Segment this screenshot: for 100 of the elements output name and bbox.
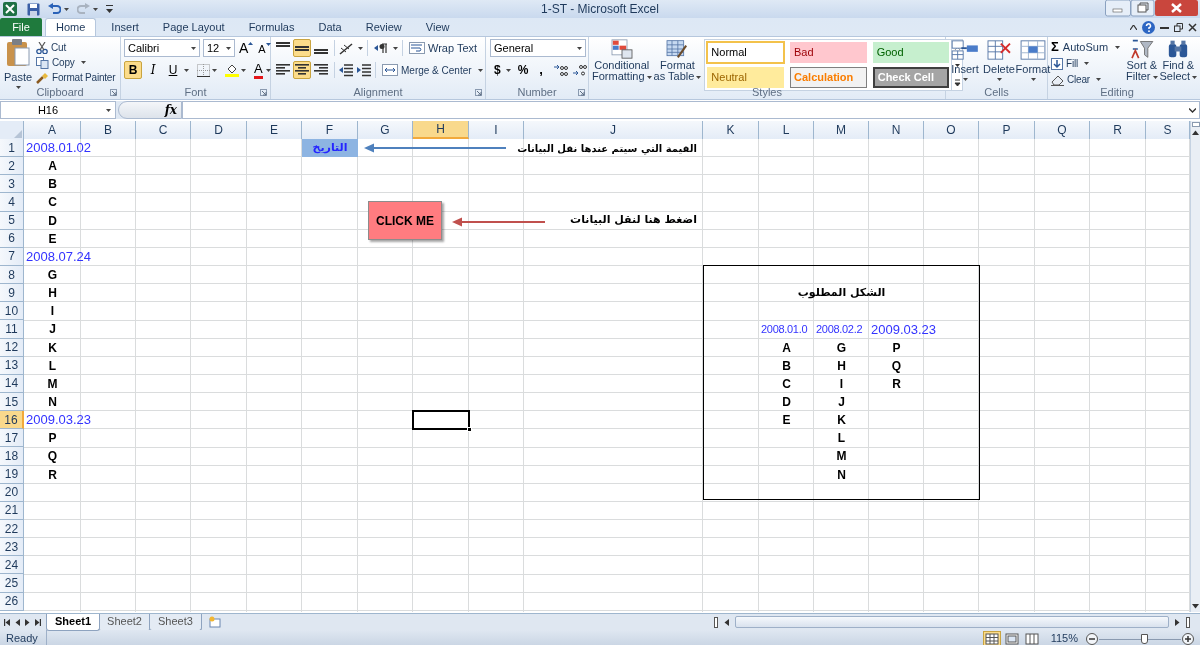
previous-sheet-icon[interactable]	[15, 618, 20, 626]
column-header[interactable]: S	[1146, 121, 1190, 139]
help-icon[interactable]	[1142, 20, 1155, 34]
close-icon[interactable]	[1188, 22, 1197, 32]
scroll-up-icon[interactable]	[1192, 130, 1199, 135]
name-box-field[interactable]: H16	[0, 101, 116, 119]
fill-button[interactable]: Fill	[1051, 56, 1089, 71]
ribbon-tab[interactable]: Insert	[101, 18, 149, 36]
ribbon-tab[interactable]: Review	[355, 18, 412, 36]
row-header[interactable]: 9	[0, 284, 24, 303]
horizontal-align-button[interactable]	[293, 61, 311, 79]
column-header[interactable]: A	[24, 121, 81, 139]
conditional-formatting-button[interactable]: Conditional Formatting	[592, 39, 652, 85]
dialog-launcher-icon[interactable]	[110, 89, 117, 96]
ribbon-tab[interactable]: Formulas	[238, 18, 305, 36]
dialog-launcher-icon[interactable]	[578, 89, 585, 96]
font-size-field[interactable]: 12	[203, 39, 235, 57]
decrease-decimal-icon[interactable]	[573, 64, 588, 76]
sheet-tab[interactable]: Sheet3	[148, 613, 202, 631]
column-header[interactable]: D	[191, 121, 247, 139]
font-color-button[interactable]: A	[252, 61, 273, 79]
save-icon[interactable]	[27, 2, 40, 16]
row-header[interactable]: 4	[0, 193, 24, 212]
wrap-text-button[interactable]: Wrap Text	[407, 39, 480, 57]
close-icon[interactable]	[1155, 0, 1198, 17]
sheet-tab[interactable]: Sheet2	[98, 613, 151, 631]
collapse-ribbon-icon[interactable]	[1130, 24, 1137, 30]
paste-button[interactable]: Paste	[3, 39, 33, 85]
row-header[interactable]: 17	[0, 429, 24, 448]
format-as-table-button[interactable]: Format as Table	[653, 39, 702, 85]
column-header[interactable]: R	[1090, 121, 1146, 139]
row-header[interactable]: 1	[0, 139, 24, 158]
row-header[interactable]: 18	[0, 447, 24, 466]
sheet-tab[interactable]: Sheet1	[46, 613, 101, 631]
column-header[interactable]: O	[924, 121, 979, 139]
column-header[interactable]: B	[81, 121, 136, 139]
cells-button[interactable]: Insert	[949, 39, 981, 85]
row-header[interactable]: 24	[0, 556, 24, 575]
decrease-indent-icon[interactable]	[339, 63, 353, 77]
column-header[interactable]: E	[247, 121, 302, 139]
orientation-icon[interactable]	[339, 41, 354, 55]
customize-icon[interactable]	[106, 4, 113, 14]
dialog-launcher-icon[interactable]	[475, 89, 482, 96]
underline-button[interactable]: U	[164, 61, 182, 79]
scroll-down-icon[interactable]	[1192, 604, 1199, 609]
vertical-align-button[interactable]	[293, 39, 311, 57]
row-header[interactable]: 10	[0, 302, 24, 321]
cells-button[interactable]: Delete	[983, 39, 1015, 85]
formula-input-field[interactable]	[182, 101, 1200, 119]
paragraph-direction-icon[interactable]	[374, 42, 389, 54]
cut-button[interactable]: Cut	[36, 40, 66, 55]
row-header[interactable]: 23	[0, 538, 24, 557]
row-header[interactable]: 25	[0, 574, 24, 593]
column-header[interactable]: G	[358, 121, 413, 139]
zoom-out-icon[interactable]	[1086, 632, 1098, 645]
scroll-left-icon[interactable]	[724, 618, 729, 626]
dialog-launcher-icon[interactable]	[260, 89, 267, 96]
column-header[interactable]: M	[814, 121, 869, 139]
cell-style-option[interactable]: Neutral	[707, 66, 784, 88]
row-header[interactable]: 3	[0, 175, 24, 194]
view-button[interactable]	[982, 631, 1001, 645]
find-select-button[interactable]: Find & Select	[1159, 39, 1198, 85]
undo-icon[interactable]	[48, 3, 61, 15]
ribbon-tab[interactable]: Data	[308, 18, 352, 36]
zoom-in-icon[interactable]	[1182, 632, 1194, 645]
row-header[interactable]: 2	[0, 157, 24, 176]
active-cell[interactable]	[412, 410, 470, 431]
row-header[interactable]: 11	[0, 320, 24, 339]
italic-button[interactable]: I	[144, 61, 162, 79]
zoom-slider[interactable]	[1141, 633, 1149, 644]
ribbon-tab[interactable]: Page Layout	[152, 18, 235, 36]
merge-center-button[interactable]: Merge & Center	[380, 61, 485, 79]
expand-icon[interactable]	[1189, 107, 1196, 113]
insert-function-button[interactable]: fx	[118, 101, 182, 119]
column-header[interactable]: I	[469, 121, 524, 139]
shrink-font-button[interactable]: A	[257, 39, 272, 57]
row-header[interactable]: 16	[0, 411, 24, 430]
sort-filter-button[interactable]: Sort & Filter	[1126, 39, 1158, 85]
copy-button[interactable]: Copy	[36, 55, 86, 70]
column-header[interactable]: Q	[1035, 121, 1090, 139]
number-format-field[interactable]: General	[490, 39, 586, 57]
column-header[interactable]: K	[703, 121, 759, 139]
restore-icon[interactable]	[1174, 22, 1183, 32]
format-painter-button[interactable]: Format Painter	[36, 70, 116, 85]
column-header[interactable]: C	[136, 121, 191, 139]
ribbon-tab[interactable]: Home	[45, 18, 97, 36]
grow-font-button[interactable]: A	[238, 39, 255, 57]
cell-style-option[interactable]: Normal	[707, 42, 784, 63]
column-header[interactable]: N	[869, 121, 924, 139]
next-sheet-icon[interactable]	[25, 618, 30, 626]
autosum-button[interactable]: Σ AutoSum	[1051, 39, 1121, 55]
font-name-field[interactable]: Calibri	[124, 39, 200, 57]
view-button[interactable]	[1002, 631, 1021, 645]
increase-decimal-icon[interactable]	[554, 64, 569, 76]
column-header[interactable]: J	[524, 121, 703, 139]
ribbon-tab[interactable]: File	[0, 18, 42, 36]
vertical-scrollbar[interactable]	[1190, 121, 1200, 612]
last-sheet-icon[interactable]	[35, 618, 41, 626]
increase-indent-icon[interactable]	[357, 63, 371, 77]
clear-button[interactable]: Clear	[1051, 72, 1101, 87]
